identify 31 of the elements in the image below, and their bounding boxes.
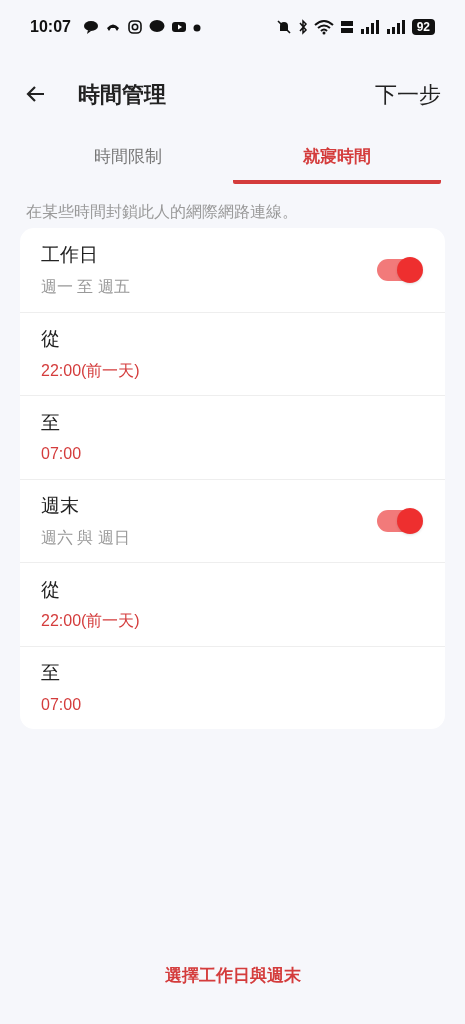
signal-icon (359, 19, 380, 35)
tab[interactable]: 時間限制 (24, 134, 233, 184)
time-value[interactable]: 07:00 (41, 692, 421, 717)
bluetooth-icon (297, 19, 308, 35)
day-range: 週一 至 週五 (41, 276, 131, 297)
wifi-icon (313, 19, 334, 35)
time-value[interactable]: 22:00(前一天) (41, 358, 421, 383)
toggle-switch[interactable] (377, 509, 421, 532)
signal-icon (385, 19, 406, 35)
description: 在某些時間封鎖此人的網際網路連線。 (25, 202, 299, 222)
camera-icon (126, 19, 143, 35)
row-label: 至 (41, 661, 61, 685)
battery-level: 92 (411, 19, 435, 35)
row-label: 週末 (41, 494, 80, 518)
time-value[interactable]: 07:00 (41, 442, 421, 466)
row-label: 至 (41, 410, 61, 435)
chat-icon (82, 19, 99, 35)
next-button[interactable]: 下一步 (375, 77, 441, 111)
row-label: 從 (41, 577, 61, 602)
row-label: 從 (41, 327, 61, 351)
select-days-button[interactable]: 選擇工作日與週末 (164, 962, 301, 988)
row-label: 工作日 (41, 243, 99, 267)
day-range: 週六 與 週日 (41, 527, 131, 548)
status-time: 10:07 (30, 17, 71, 37)
bell-off-icon (275, 19, 292, 35)
page-title: 時間管理 (78, 80, 166, 109)
toggle-switch[interactable] (377, 258, 421, 281)
time-value[interactable]: 22:00(前一天) (41, 609, 421, 633)
tab[interactable]: 就寢時間 (232, 134, 441, 184)
play-icon (170, 19, 187, 35)
chat-bubble-icon (148, 19, 165, 35)
